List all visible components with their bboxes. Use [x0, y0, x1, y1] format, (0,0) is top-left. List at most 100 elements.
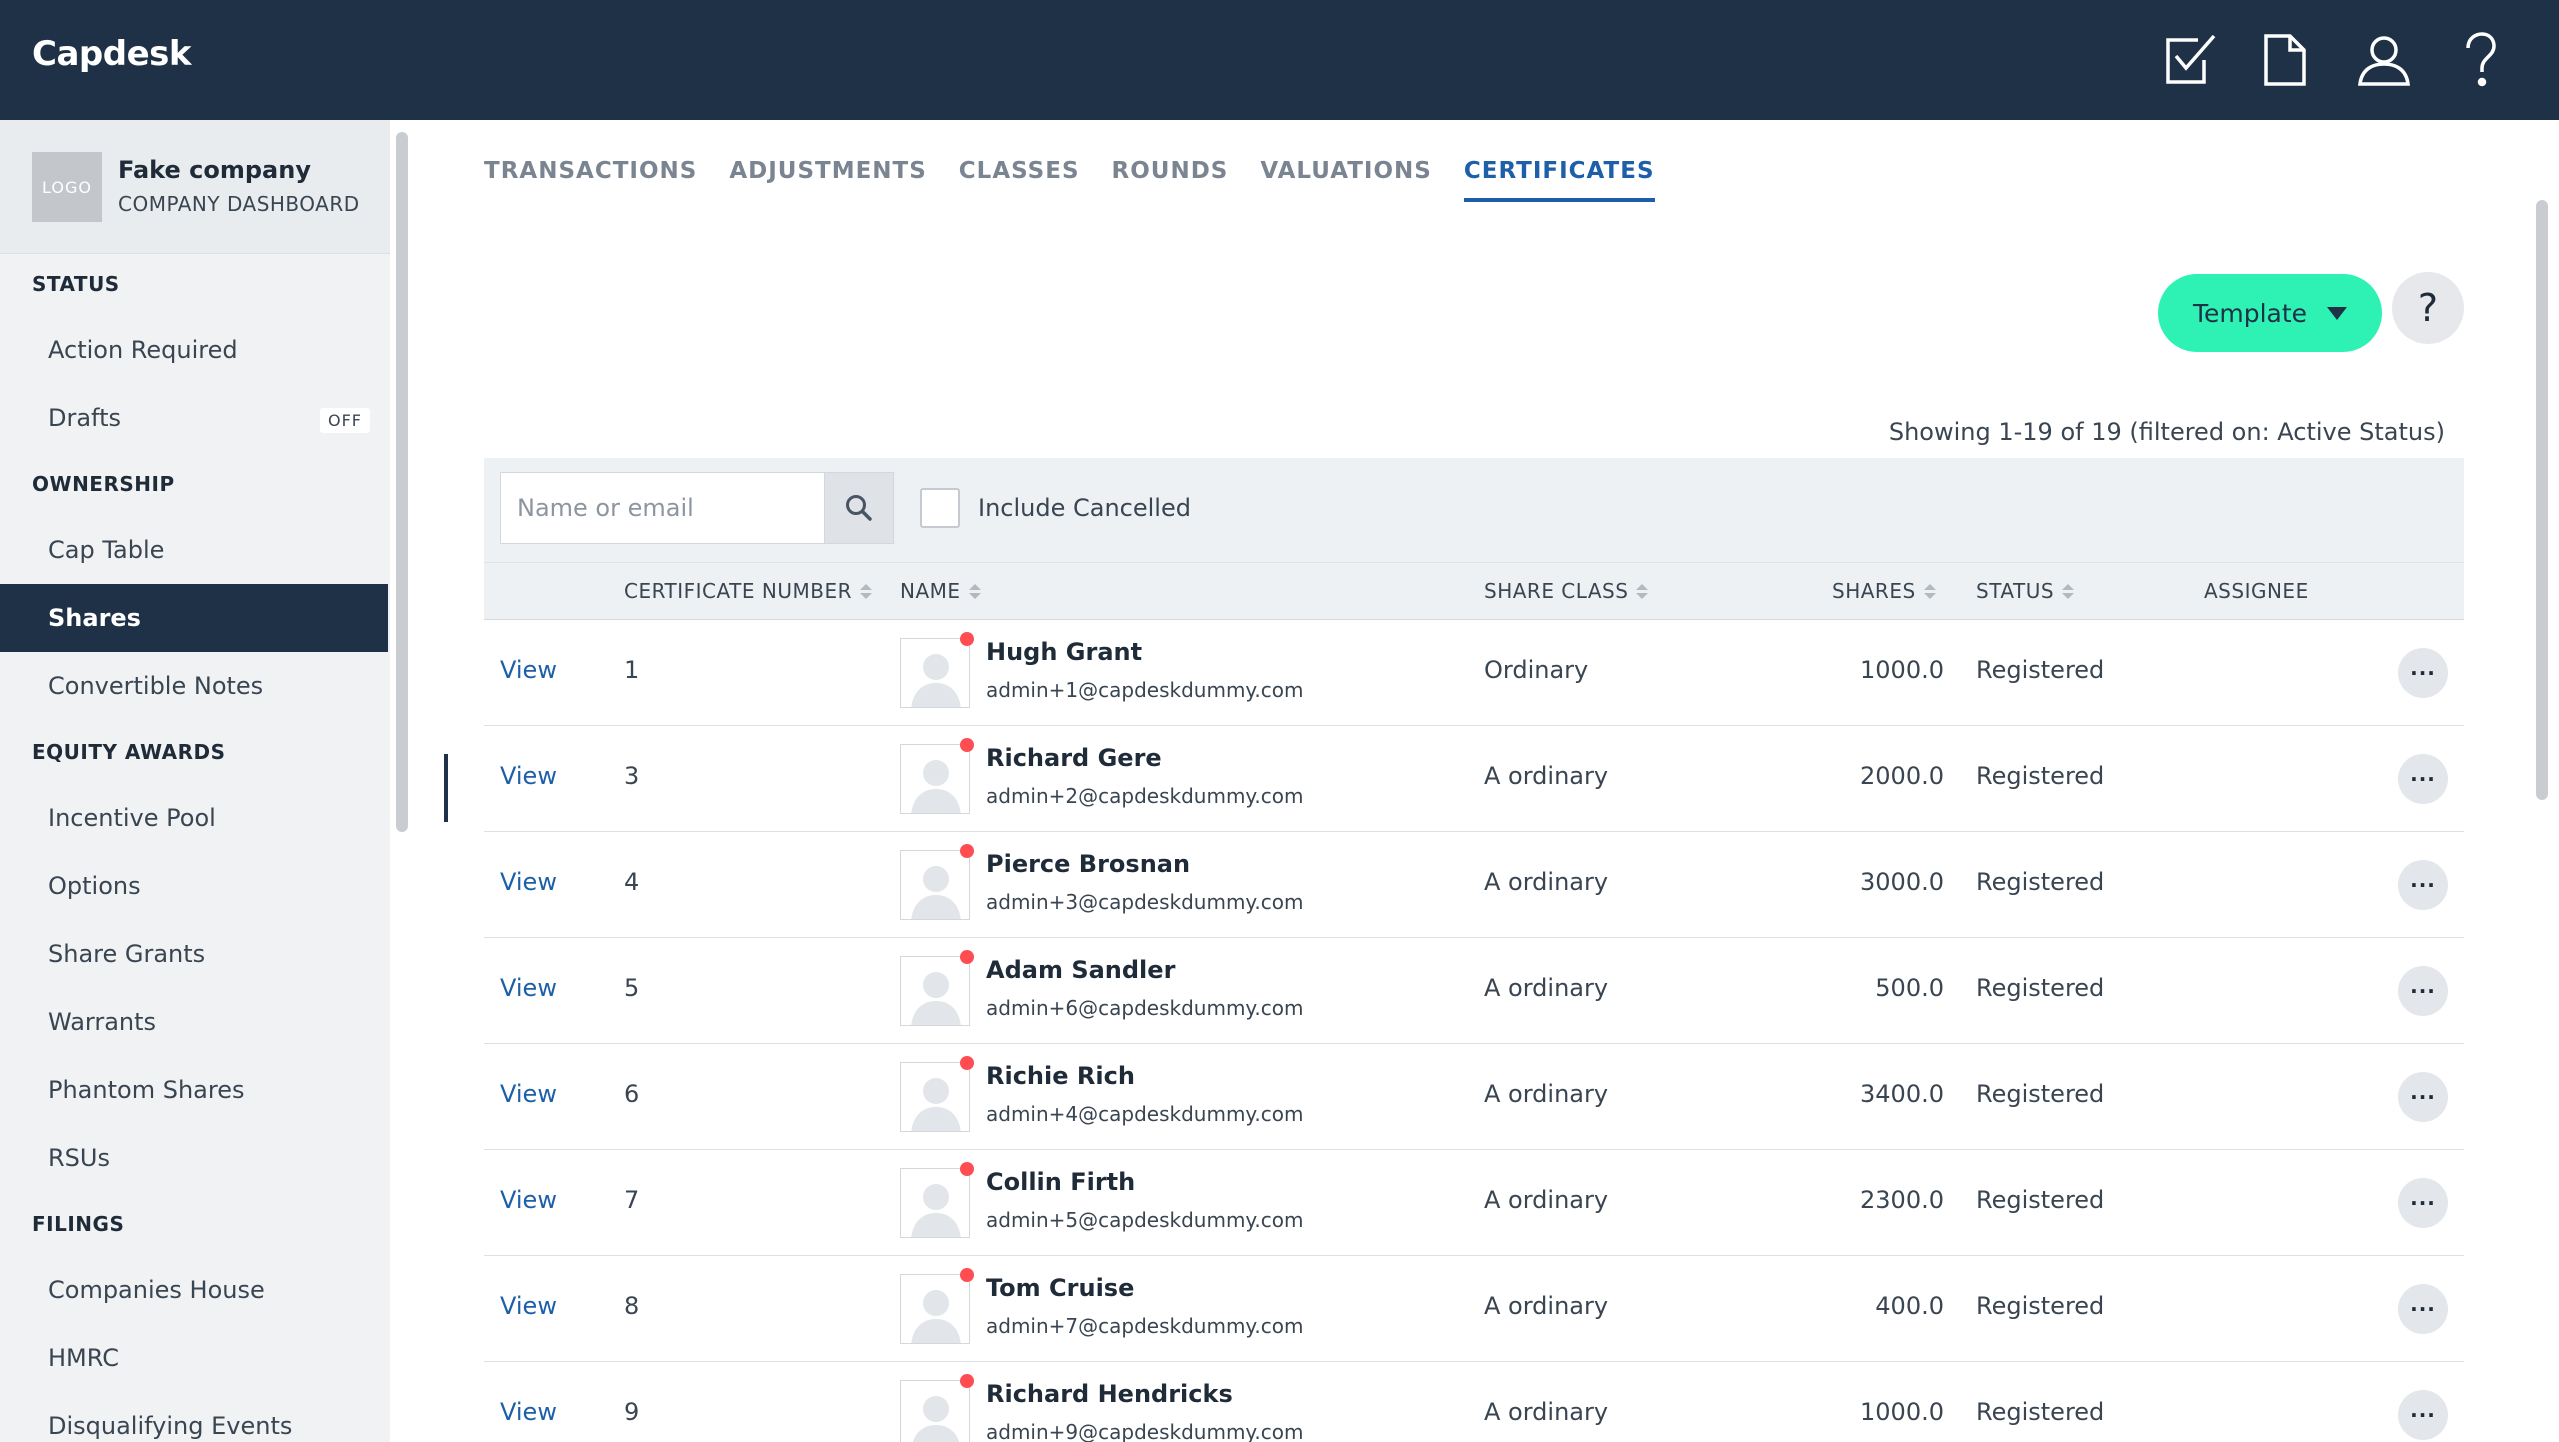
sidebar-item-convertible-notes[interactable]: Convertible Notes — [0, 652, 388, 720]
sidebar-item-action-required[interactable]: Action Required — [0, 316, 388, 384]
task-check-icon[interactable] — [2158, 28, 2222, 92]
sidebar-section-status: STATUS — [32, 272, 120, 296]
table-row: View 8 Tom Cruise admin+7@capdeskdummy.c… — [484, 1256, 2464, 1362]
view-certificate-link[interactable]: View — [500, 1398, 557, 1426]
certificate-status: Registered — [1976, 1080, 2105, 1108]
certificate-status: Registered — [1976, 974, 2105, 1002]
column-header-shares[interactable]: SHARES — [1832, 579, 1936, 603]
sidebar-item-share-grants[interactable]: Share Grants — [0, 920, 388, 988]
filter-bar: Include Cancelled — [484, 458, 2464, 562]
help-button[interactable]: ? — [2392, 272, 2464, 344]
holder-name[interactable]: Hugh Grant — [986, 638, 1142, 666]
holder-name[interactable]: Richard Gere — [986, 744, 1162, 772]
status-dot-icon — [960, 738, 974, 752]
more-actions-button[interactable]: ··· — [2398, 754, 2448, 804]
template-dropdown-button[interactable]: Template — [2158, 274, 2382, 352]
sidebar-item-label: Cap Table — [48, 536, 165, 564]
more-actions-button[interactable]: ··· — [2398, 648, 2448, 698]
sidebar-item-label: Incentive Pool — [48, 804, 216, 832]
sidebar-item-options[interactable]: Options — [0, 852, 388, 920]
sidebar-item-incentive-pool[interactable]: Incentive Pool — [0, 784, 388, 852]
view-certificate-link[interactable]: View — [500, 974, 557, 1002]
sidebar-item-drafts[interactable]: Drafts OFF — [0, 384, 388, 452]
holder-name[interactable]: Richard Hendricks — [986, 1380, 1233, 1408]
view-certificate-link[interactable]: View — [500, 762, 557, 790]
holder-name[interactable]: Tom Cruise — [986, 1274, 1134, 1302]
view-certificate-link[interactable]: View — [500, 1292, 557, 1320]
tab-certificates[interactable]: CERTIFICATES — [1463, 158, 1655, 202]
tab-adjustments[interactable]: ADJUSTMENTS — [729, 158, 926, 202]
share-class: A ordinary — [1484, 868, 1609, 896]
company-header[interactable]: LOGO Fake company COMPANY DASHBOARD — [0, 120, 390, 254]
more-actions-button[interactable]: ··· — [2398, 1284, 2448, 1334]
help-icon[interactable] — [2448, 28, 2512, 92]
holder-name[interactable]: Adam Sandler — [986, 956, 1175, 984]
status-dot-icon — [960, 1056, 974, 1070]
main-scrollbar[interactable] — [2536, 200, 2548, 800]
tab-rounds[interactable]: ROUNDS — [1112, 158, 1229, 202]
table-row: View 9 Richard Hendricks admin+9@capdesk… — [484, 1362, 2464, 1442]
view-certificate-link[interactable]: View — [500, 868, 557, 896]
tab-valuations[interactable]: VALUATIONS — [1260, 158, 1431, 202]
status-dot-icon — [960, 1374, 974, 1388]
sidebar: LOGO Fake company COMPANY DASHBOARD STAT… — [0, 120, 390, 1442]
avatar-placeholder-icon — [901, 745, 969, 813]
sidebar-item-label: Share Grants — [48, 940, 206, 968]
avatar-placeholder-icon — [901, 1275, 969, 1343]
user-icon[interactable] — [2352, 28, 2416, 92]
include-cancelled-label[interactable]: Include Cancelled — [978, 494, 1191, 522]
sort-icon — [859, 583, 872, 599]
brand-logo[interactable]: Capdesk — [32, 34, 191, 74]
sidebar-item-cap-table[interactable]: Cap Table — [0, 516, 388, 584]
more-actions-button[interactable]: ··· — [2398, 1178, 2448, 1228]
search-input[interactable] — [500, 472, 824, 544]
sidebar-item-companies-house[interactable]: Companies House — [0, 1256, 388, 1324]
shares-count: 2300.0 — [1860, 1186, 1944, 1214]
drafts-toggle-badge[interactable]: OFF — [320, 408, 370, 433]
sidebar-item-disqualifying-events[interactable]: Disqualifying Events — [0, 1392, 388, 1442]
column-header-share-class[interactable]: SHARE CLASS — [1484, 579, 1649, 603]
view-certificate-link[interactable]: View — [500, 656, 557, 684]
share-class: A ordinary — [1484, 974, 1609, 1002]
avatar — [900, 638, 970, 708]
avatar — [900, 1168, 970, 1238]
holder-email: admin+1@capdeskdummy.com — [986, 678, 1304, 702]
certificate-number: 1 — [624, 656, 640, 684]
include-cancelled-checkbox[interactable] — [920, 488, 960, 528]
sidebar-item-warrants[interactable]: Warrants — [0, 988, 388, 1056]
sidebar-item-shares[interactable]: Shares — [0, 584, 388, 652]
avatar-placeholder-icon — [901, 639, 969, 707]
table-row: View 5 Adam Sandler admin+6@capdeskdummy… — [484, 938, 2464, 1044]
more-actions-button[interactable]: ··· — [2398, 1072, 2448, 1122]
sidebar-item-hmrc[interactable]: HMRC — [0, 1324, 388, 1392]
column-header-status[interactable]: STATUS — [1976, 579, 2075, 603]
sidebar-item-phantom-shares[interactable]: Phantom Shares — [0, 1056, 388, 1124]
more-actions-button[interactable]: ··· — [2398, 1390, 2448, 1440]
sidebar-item-label: Options — [48, 872, 141, 900]
holder-name[interactable]: Richie Rich — [986, 1062, 1135, 1090]
holder-name[interactable]: Collin Firth — [986, 1168, 1135, 1196]
column-header-certificate-number[interactable]: CERTIFICATE NUMBER — [624, 579, 872, 603]
holder-name[interactable]: Pierce Brosnan — [986, 850, 1190, 878]
sort-icon — [1923, 583, 1936, 599]
sort-icon — [2062, 583, 2075, 599]
view-certificate-link[interactable]: View — [500, 1186, 557, 1214]
share-class: A ordinary — [1484, 1292, 1609, 1320]
column-header-name[interactable]: NAME — [900, 579, 981, 603]
more-actions-button[interactable]: ··· — [2398, 860, 2448, 910]
certificate-status: Registered — [1976, 1186, 2105, 1214]
share-class: A ordinary — [1484, 1080, 1609, 1108]
tab-classes[interactable]: CLASSES — [959, 158, 1080, 202]
shares-count: 3000.0 — [1860, 868, 1944, 896]
more-actions-button[interactable]: ··· — [2398, 966, 2448, 1016]
search-button[interactable] — [824, 472, 894, 544]
view-certificate-link[interactable]: View — [500, 1080, 557, 1108]
avatar — [900, 1380, 970, 1442]
tab-transactions[interactable]: TRANSACTIONS — [484, 158, 697, 202]
search-icon — [846, 495, 872, 521]
document-icon[interactable] — [2252, 28, 2316, 92]
sidebar-item-rsus[interactable]: RSUs — [0, 1124, 388, 1192]
sidebar-item-label: Warrants — [48, 1008, 157, 1036]
caret-down-icon — [2327, 306, 2348, 320]
sidebar-scrollbar[interactable] — [396, 132, 408, 832]
